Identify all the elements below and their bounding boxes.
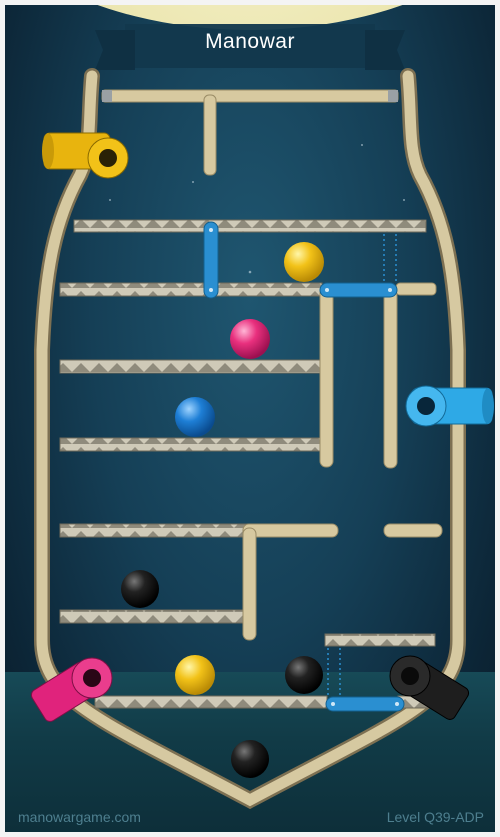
- game-board: Manowar manowargame.com Level Q39-ADP: [0, 0, 500, 837]
- stars: [109, 91, 405, 274]
- blue-gate-horizontal: [319, 282, 398, 298]
- shelf: [324, 633, 436, 647]
- black-ball: [231, 740, 269, 778]
- top-post: [203, 94, 217, 176]
- pink-ball: [230, 319, 270, 359]
- level-title: Manowar: [205, 30, 295, 53]
- black-ball: [285, 656, 323, 694]
- wood-post: [383, 289, 398, 469]
- shelf: [59, 437, 323, 452]
- wood-bar: [242, 523, 339, 538]
- level-code: Level Q39-ADP: [386, 809, 484, 825]
- wood-bar: [383, 523, 443, 538]
- blue-gate-vertical: [203, 221, 219, 299]
- puzzle-canvas: [30, 68, 494, 810]
- blue-gate-horizontal: [325, 696, 405, 712]
- shelf: [59, 359, 323, 374]
- black-ball: [121, 570, 159, 608]
- shelf: [94, 695, 328, 709]
- shelf: [59, 282, 323, 297]
- cyan-pipe: [405, 385, 494, 427]
- wood-post: [319, 286, 334, 468]
- shelf: [59, 523, 251, 538]
- shelf: [59, 609, 251, 624]
- yellow-ball: [284, 242, 324, 282]
- yellow-ball: [175, 655, 215, 695]
- shelf: [73, 219, 427, 233]
- top-beam: [101, 89, 399, 103]
- wood-bars: [242, 282, 443, 641]
- blue-ball: [175, 397, 215, 437]
- wood-bar: [395, 282, 437, 296]
- site-link[interactable]: manowargame.com: [18, 809, 141, 825]
- wood-post: [242, 527, 257, 641]
